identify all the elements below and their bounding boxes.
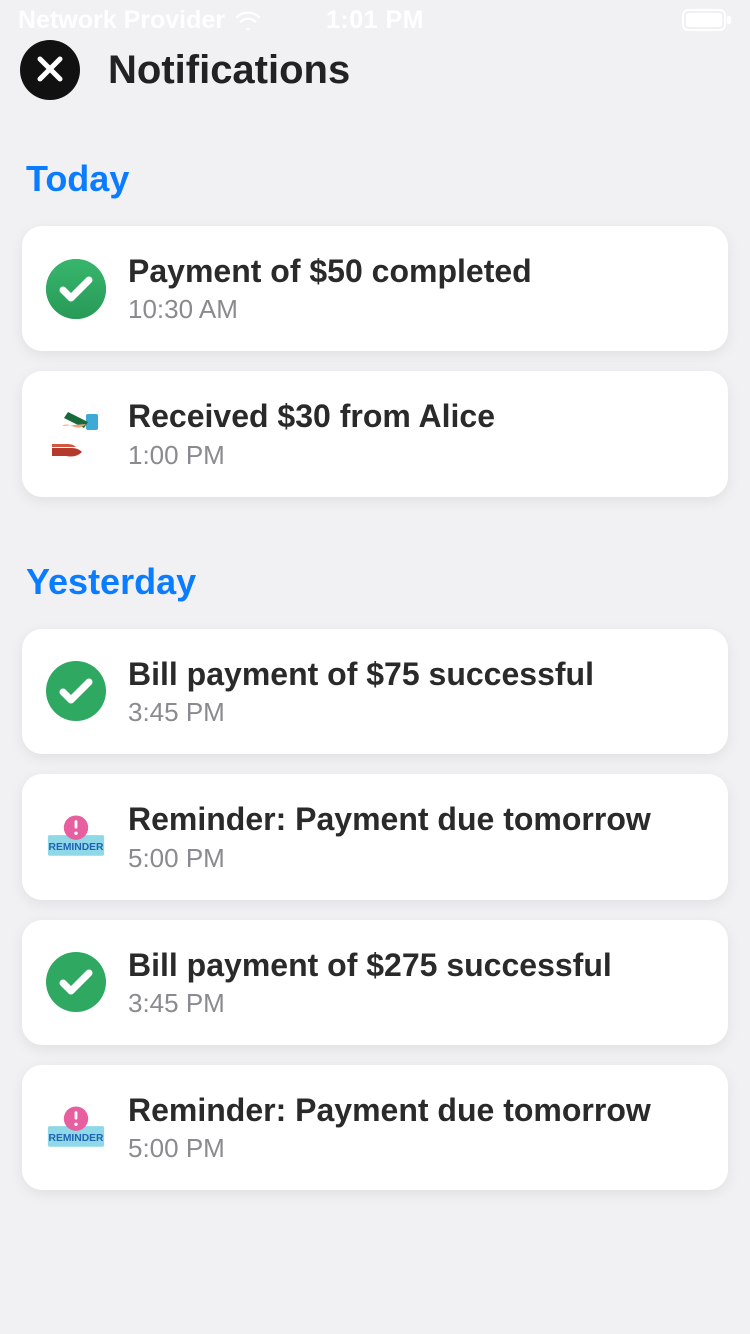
- wifi-icon: [235, 10, 261, 30]
- status-left: Network Provider: [18, 6, 261, 35]
- notification-card[interactable]: Payment of $50 completed 10:30 AM: [22, 226, 728, 351]
- svg-text:REMINDER: REMINDER: [49, 1133, 104, 1144]
- close-icon: [35, 54, 65, 87]
- notification-text: Received $30 from Alice 1:00 PM: [128, 397, 495, 470]
- notification-time: 5:00 PM: [128, 843, 651, 874]
- notification-time: 10:30 AM: [128, 294, 532, 325]
- notification-time: 3:45 PM: [128, 988, 612, 1019]
- section-today: Today Payment of $50 completed 10:30 AM: [22, 158, 728, 497]
- section-title: Today: [22, 158, 728, 200]
- notification-title: Reminder: Payment due tomorrow: [128, 1091, 651, 1129]
- notification-card[interactable]: Received $30 from Alice 1:00 PM: [22, 371, 728, 496]
- svg-text:REMINDER: REMINDER: [49, 842, 104, 853]
- notification-card[interactable]: REMINDER Reminder: Payment due tomorrow …: [22, 1065, 728, 1190]
- reminder-icon: REMINDER: [46, 807, 106, 867]
- reminder-icon: REMINDER: [46, 1098, 106, 1158]
- status-bar: Network Provider 1:01 PM: [0, 0, 750, 40]
- section-yesterday: Yesterday Bill payment of $75 successful…: [22, 561, 728, 1191]
- check-icon: [46, 661, 106, 721]
- notification-text: Payment of $50 completed 10:30 AM: [128, 252, 532, 325]
- notification-text: Reminder: Payment due tomorrow 5:00 PM: [128, 1091, 651, 1164]
- notification-title: Payment of $50 completed: [128, 252, 532, 290]
- notification-title: Bill payment of $75 successful: [128, 655, 594, 693]
- close-button[interactable]: [20, 40, 80, 100]
- notification-card[interactable]: Bill payment of $275 successful 3:45 PM: [22, 920, 728, 1045]
- battery-icon: [682, 9, 732, 31]
- notification-text: Bill payment of $75 successful 3:45 PM: [128, 655, 594, 728]
- section-title: Yesterday: [22, 561, 728, 603]
- notifications-content: Today Payment of $50 completed 10:30 AM: [0, 158, 750, 1190]
- notification-card[interactable]: REMINDER Reminder: Payment due tomorrow …: [22, 774, 728, 899]
- receive-money-icon: [46, 404, 106, 464]
- check-icon: [46, 952, 106, 1012]
- notification-card[interactable]: Bill payment of $75 successful 3:45 PM: [22, 629, 728, 754]
- notification-text: Bill payment of $275 successful 3:45 PM: [128, 946, 612, 1019]
- notification-title: Received $30 from Alice: [128, 397, 495, 435]
- notification-text: Reminder: Payment due tomorrow 5:00 PM: [128, 800, 651, 873]
- carrier-label: Network Provider: [18, 6, 225, 35]
- notification-time: 3:45 PM: [128, 697, 594, 728]
- notification-time: 1:00 PM: [128, 440, 495, 471]
- check-icon: [46, 259, 106, 319]
- status-right: [682, 9, 732, 31]
- page-title: Notifications: [108, 48, 350, 93]
- notification-title: Bill payment of $275 successful: [128, 946, 612, 984]
- notification-title: Reminder: Payment due tomorrow: [128, 800, 651, 838]
- notification-time: 5:00 PM: [128, 1133, 651, 1164]
- status-time: 1:01 PM: [326, 6, 424, 35]
